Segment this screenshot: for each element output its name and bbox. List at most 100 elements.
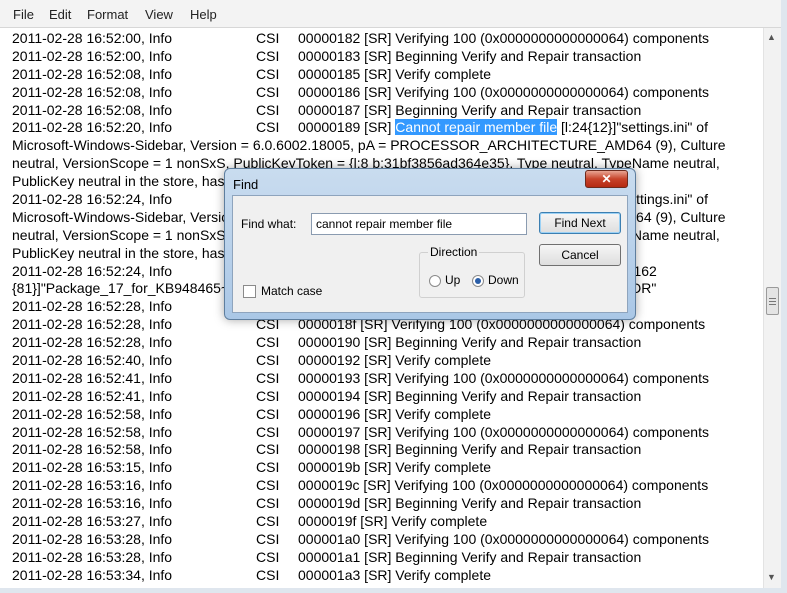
- log-timestamp: 2011-02-28 16:53:28, Info: [12, 530, 173, 547]
- log-timestamp: 2011-02-28 16:52:00, Info: [12, 30, 173, 46]
- log-source: CSI: [256, 369, 280, 386]
- log-source: CSI: [256, 101, 280, 118]
- log-message: 00000182 [SR] Verifying 100 (0x000000000…: [298, 30, 709, 46]
- log-source: CSI: [256, 495, 280, 512]
- log-message: 000001a3 [SR] Verify complete: [298, 566, 492, 583]
- match-case-label[interactable]: Match case: [261, 284, 322, 298]
- log-timestamp: 2011-02-28 16:52:08, Info: [12, 101, 173, 118]
- log-source: CSI: [256, 477, 280, 494]
- direction-down-radio[interactable]: [472, 275, 484, 287]
- log-timestamp: 2011-02-28 16:52:08, Info: [12, 83, 173, 100]
- scroll-up-arrow-icon[interactable]: ▲: [767, 32, 776, 42]
- log-source: CSI: [256, 65, 280, 82]
- log-message: 0000019d [SR] Beginning Verify and Repai…: [298, 495, 642, 512]
- log-timestamp: 2011-02-28 16:52:41, Info: [12, 387, 173, 404]
- match-case-checkbox[interactable]: [243, 285, 256, 298]
- log-timestamp: 2011-02-28 16:53:16, Info: [12, 477, 173, 494]
- window-border-bottom: [0, 588, 787, 593]
- direction-group: Direction Up Down: [419, 245, 525, 298]
- log-wrapped-text: Microsoft-Windows-Sidebar, Version = 6.0…: [12, 137, 726, 154]
- menu-edit[interactable]: Edit: [49, 7, 71, 22]
- log-timestamp: 2011-02-28 16:53:27, Info: [12, 513, 173, 530]
- scroll-down-arrow-icon[interactable]: ▼: [767, 572, 776, 582]
- direction-up-radio[interactable]: [429, 275, 441, 287]
- log-message: 00000193 [SR] Verifying 100 (0x000000000…: [298, 369, 709, 386]
- log-source: CSI: [256, 334, 280, 351]
- log-message: 00000190 [SR] Beginning Verify and Repai…: [298, 334, 642, 351]
- log-message: 00000189 [SR] Cannot repair member file …: [298, 119, 708, 137]
- log-message: 00000198 [SR] Beginning Verify and Repai…: [298, 441, 642, 458]
- log-source: CSI: [256, 405, 280, 422]
- log-message: 000001a1 [SR] Beginning Verify and Repai…: [298, 548, 642, 565]
- direction-label: Direction: [428, 245, 480, 259]
- dialog-body: Find what: Find Next Cancel Direction Up…: [232, 195, 628, 313]
- log-source: CSI: [256, 441, 280, 458]
- log-timestamp: 2011-02-28 16:53:15, Info: [12, 459, 173, 476]
- log-message: 00000197 [SR] Verifying 100 (0x000000000…: [298, 423, 709, 440]
- log-message: 0000019c [SR] Verifying 100 (0x000000000…: [298, 477, 709, 494]
- log-timestamp: 2011-02-28 16:53:28, Info: [12, 548, 173, 565]
- find-what-input[interactable]: [311, 213, 527, 235]
- thumb-grip-line: [769, 304, 776, 305]
- log-timestamp: 2011-02-28 16:52:28, Info: [12, 316, 173, 333]
- log-source: CSI: [256, 83, 280, 100]
- log-timestamp: 2011-02-28 16:52:00, Info: [12, 47, 173, 64]
- log-timestamp: 2011-02-28 16:52:24, Info: [12, 262, 173, 279]
- dialog-close-button[interactable]: ✕: [585, 170, 628, 188]
- menu-file[interactable]: File: [13, 7, 34, 22]
- menu-view[interactable]: View: [145, 7, 173, 22]
- log-timestamp: 2011-02-28 16:52:58, Info: [12, 441, 173, 458]
- log-timestamp: 2011-02-28 16:52:28, Info: [12, 298, 173, 315]
- log-source: CSI: [256, 30, 280, 46]
- scrollbar-thumb[interactable]: [766, 287, 779, 315]
- cancel-button[interactable]: Cancel: [539, 244, 621, 266]
- log-timestamp: 2011-02-28 16:52:58, Info: [12, 405, 173, 422]
- log-timestamp: 2011-02-28 16:52:20, Info: [12, 119, 173, 136]
- log-message: 00000194 [SR] Beginning Verify and Repai…: [298, 387, 642, 404]
- log-source: CSI: [256, 459, 280, 476]
- find-next-button[interactable]: Find Next: [539, 212, 621, 234]
- log-source: CSI: [256, 352, 280, 369]
- message-suffix: [l:24{12}]"settings.ini" of: [557, 119, 708, 136]
- log-source: CSI: [256, 530, 280, 547]
- menu-help[interactable]: Help: [190, 7, 217, 22]
- log-source: CSI: [256, 119, 280, 136]
- message-prefix: 00000189 [SR]: [298, 119, 396, 136]
- direction-down-label[interactable]: Down: [488, 273, 519, 287]
- log-timestamp: 2011-02-28 16:52:40, Info: [12, 352, 173, 369]
- log-source: CSI: [256, 513, 280, 530]
- menu-format[interactable]: Format: [87, 7, 128, 22]
- thumb-grip-line: [769, 301, 776, 302]
- log-timestamp: 2011-02-28 16:53:16, Info: [12, 495, 173, 512]
- direction-up-label[interactable]: Up: [445, 273, 460, 287]
- log-message: 0000019f [SR] Verify complete: [298, 513, 488, 530]
- log-timestamp: 2011-02-28 16:52:24, Info: [12, 191, 173, 208]
- log-timestamp: 2011-02-28 16:52:08, Info: [12, 65, 173, 82]
- dialog-title: Find: [233, 177, 259, 192]
- log-message: 00000187 [SR] Beginning Verify and Repai…: [298, 101, 642, 118]
- log-message: 0000019b [SR] Verify complete: [298, 459, 492, 476]
- menu-bar: File Edit Format View Help: [0, 0, 787, 28]
- log-message: 00000192 [SR] Verify complete: [298, 352, 492, 369]
- thumb-grip-line: [769, 298, 776, 299]
- find-dialog: Find ✕ Find what: Find Next Cancel Direc…: [224, 168, 636, 320]
- log-source: CSI: [256, 566, 280, 583]
- log-message: 00000183 [SR] Beginning Verify and Repai…: [298, 47, 642, 64]
- find-what-label: Find what:: [241, 217, 297, 231]
- window-border-right: [781, 0, 787, 593]
- log-message: 00000185 [SR] Verify complete: [298, 65, 492, 82]
- log-message: 00000196 [SR] Verify complete: [298, 405, 492, 422]
- log-source: CSI: [256, 47, 280, 64]
- log-message: 00000186 [SR] Verifying 100 (0x000000000…: [298, 83, 709, 100]
- log-timestamp: 2011-02-28 16:53:34, Info: [12, 566, 173, 583]
- vertical-scrollbar[interactable]: ▲ ▼: [763, 28, 781, 588]
- close-icon: ✕: [601, 172, 612, 186]
- log-timestamp: 2011-02-28 16:52:58, Info: [12, 423, 173, 440]
- log-message: 000001a0 [SR] Verifying 100 (0x000000000…: [298, 530, 709, 547]
- log-source: CSI: [256, 423, 280, 440]
- log-timestamp: 2011-02-28 16:52:28, Info: [12, 334, 173, 351]
- selected-text: Cannot repair member file: [395, 119, 558, 136]
- log-source: CSI: [256, 387, 280, 404]
- log-source: CSI: [256, 548, 280, 565]
- log-timestamp: 2011-02-28 16:52:41, Info: [12, 369, 173, 386]
